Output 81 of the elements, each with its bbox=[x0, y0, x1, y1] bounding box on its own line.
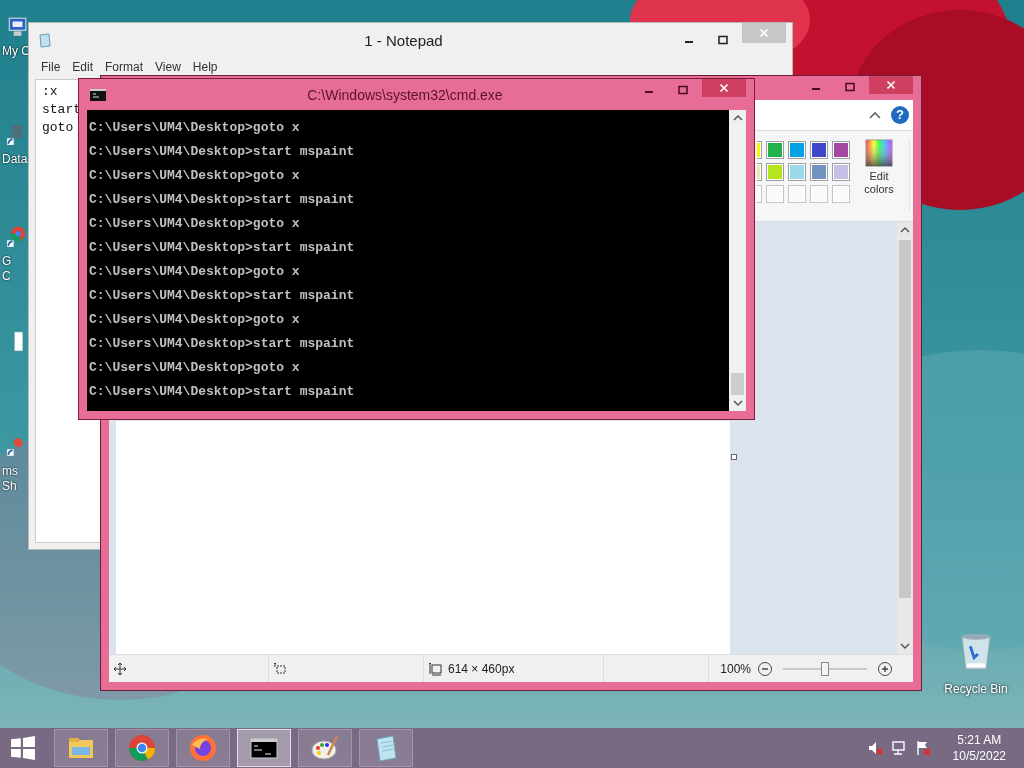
text-line: goto bbox=[42, 119, 74, 137]
color-swatch[interactable] bbox=[810, 163, 828, 181]
console-line: C:\Users\UM4\Desktop>goto x bbox=[89, 359, 301, 377]
icon-label: G bbox=[1, 254, 12, 269]
close-icon bbox=[719, 83, 729, 93]
text-area[interactable]: :x start goto bbox=[36, 80, 79, 416]
console-line: C:\Users\UM4\Desktop>goto x bbox=[89, 119, 301, 137]
color-swatch[interactable] bbox=[766, 141, 784, 159]
empty-swatch[interactable] bbox=[832, 185, 850, 203]
text-line: :x bbox=[42, 83, 58, 101]
browser-icon bbox=[127, 733, 157, 763]
windows-start-icon[interactable] bbox=[10, 735, 36, 761]
recycle-bin-label: Recycle Bin bbox=[944, 682, 1008, 696]
menu-item[interactable]: Help bbox=[186, 60, 224, 74]
scroll-up-icon[interactable] bbox=[732, 113, 743, 123]
color-swatch[interactable] bbox=[788, 163, 806, 181]
empty-swatch[interactable] bbox=[766, 185, 784, 203]
fox-browser-icon bbox=[188, 733, 218, 763]
console-line: C:\Users\UM4\Desktop>goto x bbox=[89, 215, 301, 233]
maximize-icon bbox=[678, 85, 688, 95]
resize-handle[interactable] bbox=[731, 454, 737, 460]
console-line: C:\Users\UM4\Desktop>start mspaint bbox=[89, 191, 356, 209]
close-button[interactable] bbox=[702, 79, 746, 97]
edit-colors-button[interactable]: Edit colors bbox=[856, 139, 902, 196]
console-line: C:\Users\UM4\Desktop>start mspaint bbox=[89, 335, 356, 353]
color-swatch[interactable] bbox=[832, 141, 850, 159]
close-icon bbox=[886, 80, 896, 90]
caret-icon[interactable] bbox=[869, 111, 881, 119]
network-icon[interactable] bbox=[890, 740, 907, 756]
color-swatch[interactable] bbox=[810, 141, 828, 159]
slider-thumb[interactable] bbox=[821, 661, 829, 676]
canvas-size-icon bbox=[428, 661, 442, 676]
console-line: C:\Users\UM4\Desktop>goto x bbox=[89, 263, 301, 281]
menu-item[interactable]: Edit bbox=[66, 60, 100, 74]
scroll-thumb[interactable] bbox=[731, 373, 744, 395]
flag-icon[interactable] bbox=[914, 740, 931, 756]
scroll-down-icon[interactable] bbox=[732, 398, 743, 408]
scroll-up-icon[interactable] bbox=[900, 225, 910, 235]
menu-item[interactable]: View bbox=[149, 60, 187, 74]
clock[interactable]: 5:21 AM 10/5/2022 bbox=[952, 732, 1006, 764]
move-icon bbox=[113, 661, 127, 676]
empty-swatch[interactable] bbox=[788, 185, 806, 203]
empty-swatch[interactable] bbox=[810, 185, 828, 203]
vertical-scrollbar[interactable] bbox=[729, 110, 746, 411]
console-line: C:\Users\UM4\Desktop>goto x bbox=[89, 167, 301, 185]
close-icon bbox=[759, 28, 769, 38]
console-line: C:\Users\UM4\Desktop>start mspaint bbox=[89, 143, 356, 161]
console-line: C:\Users\UM4\Desktop>start mspaint bbox=[89, 287, 356, 305]
text-line: start bbox=[42, 101, 79, 119]
palette-icon bbox=[310, 733, 340, 763]
selection-icon bbox=[273, 661, 287, 676]
maximize-icon bbox=[845, 82, 855, 92]
icon-label: ms bbox=[1, 464, 18, 479]
icon-label: C bbox=[1, 269, 11, 284]
taskbar-button[interactable] bbox=[237, 729, 291, 767]
console-line: C:\Users\UM4\Desktop>goto x bbox=[89, 311, 301, 329]
maximize-icon bbox=[718, 35, 728, 45]
window-title: 1 - Notepad bbox=[363, 31, 444, 49]
icon-label: Sh bbox=[1, 479, 17, 494]
menu-item[interactable]: File bbox=[35, 60, 67, 74]
icon-label: Data bbox=[1, 152, 28, 167]
zoom-out-icon[interactable] bbox=[757, 660, 773, 677]
notepad-icon bbox=[37, 32, 53, 48]
color-swatch[interactable] bbox=[832, 163, 850, 181]
console-line: C:\Users\UM4\Desktop>start mspaint bbox=[89, 383, 356, 401]
window-title: C:\Windows\system32\cmd.exe bbox=[306, 86, 504, 103]
close-button[interactable] bbox=[869, 76, 913, 94]
menu-item[interactable]: Format bbox=[99, 60, 150, 74]
scroll-down-icon[interactable] bbox=[900, 641, 910, 651]
console-line: C:\Users\UM4\Desktop>start mspaint bbox=[89, 239, 356, 257]
vertical-scrollbar[interactable] bbox=[897, 222, 913, 654]
color-swatch[interactable] bbox=[788, 141, 806, 159]
console-icon bbox=[90, 88, 106, 101]
zoom-level: 100% bbox=[720, 661, 751, 676]
rainbow-icon bbox=[865, 139, 893, 167]
zoom-in-icon[interactable] bbox=[877, 660, 893, 677]
canvas-dimensions: 614 × 460px bbox=[448, 661, 515, 676]
help-button[interactable]: ? bbox=[891, 106, 909, 124]
muted-speaker-icon[interactable] bbox=[866, 740, 883, 756]
color-swatch[interactable] bbox=[766, 163, 784, 181]
scroll-thumb[interactable] bbox=[899, 240, 911, 598]
